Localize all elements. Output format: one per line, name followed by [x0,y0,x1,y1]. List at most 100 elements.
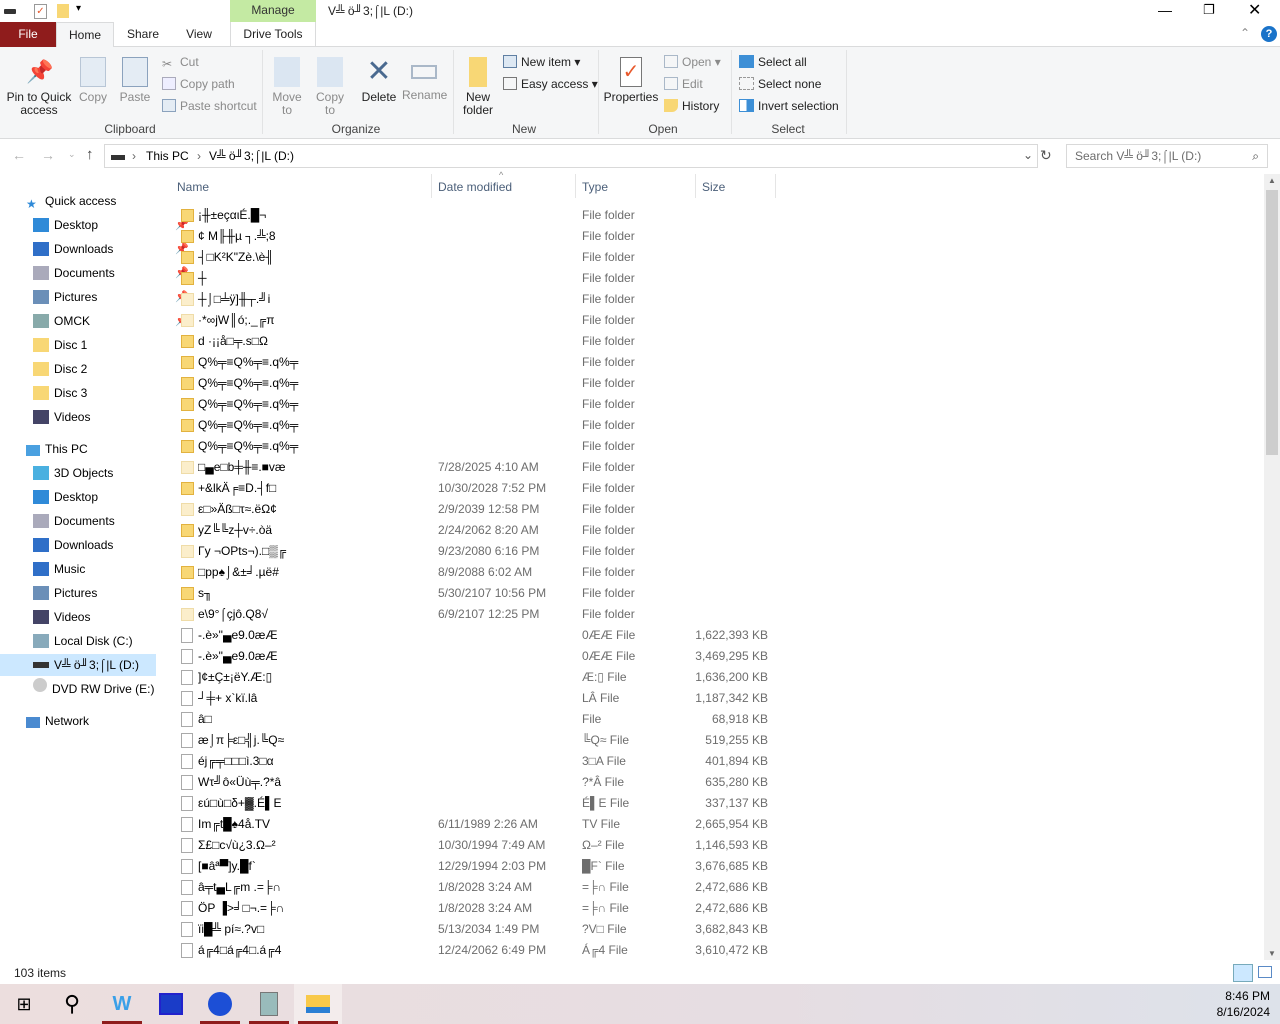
tab-home[interactable]: Home [56,22,114,48]
tab-file[interactable]: File [0,22,56,47]
edit-button[interactable]: Edit [664,74,703,94]
open-button[interactable]: Open ▾ [664,52,721,72]
column-header-type[interactable]: Type [582,180,608,200]
customize-toolbar-icon[interactable]: ▾ [76,3,81,14]
scroll-down-arrow[interactable]: ▼ [1268,949,1276,958]
scrollbar-thumb[interactable] [1266,190,1278,455]
file-row[interactable]: -.è»"▄e9.0æÆ 0ÆÆ File 3,469,295 KB [160,646,940,667]
tab-drive-tools[interactable]: Drive Tools [230,22,316,47]
nav-this-pc[interactable]: This PC [26,438,88,460]
nav-quick-item[interactable]: Desktop 📌 [33,214,189,236]
tab-share[interactable]: Share [118,22,168,47]
file-row[interactable]: □pp♠⌡&±╛.µë# 8/9/2088 6:02 AM File folde… [160,562,940,583]
file-row[interactable]: ·*∞jW║ó;._╔π File folder [160,310,940,331]
forward-button[interactable]: → [41,147,55,163]
delete-button[interactable]: ✕ Delete [359,51,399,104]
file-row[interactable]: ┘╪+ x`kï.lâ LÂ File 1,187,342 KB [160,688,940,709]
column-header-size[interactable]: Size [702,180,725,200]
file-row[interactable]: Σ£□c√ù¿3.Ω–² 10/30/1994 7:49 AM Ω–² File… [160,835,940,856]
file-row[interactable]: ¡╫±eçαιÉ.█¬ File folder [160,205,940,226]
taskbar-file-explorer[interactable] [294,984,342,1024]
file-row[interactable]: ┤□K²K"Zè.\è╢ File folder [160,247,940,268]
properties-quick-icon[interactable]: ✓ [34,4,47,19]
nav-quick-item[interactable]: OMCK📌 [33,310,189,332]
cut-button[interactable]: ✂ Cut [162,52,199,72]
copy-to-button[interactable]: Copy to [311,51,349,117]
file-row[interactable]: â╤t▄L╔m .=╞∩ 1/8/2028 3:24 AM =╞∩ File 2… [160,877,940,898]
search-taskbar-button[interactable]: ⚲ [48,984,96,1024]
copy-button[interactable]: Copy [76,51,110,104]
file-row[interactable]: +&lkÄ╒≡D.┤f□ 10/30/2028 7:52 PM File fol… [160,478,940,499]
nav-quick-item[interactable]: Disc 3 [33,382,158,404]
manage-context-tab[interactable]: Manage [230,0,316,22]
file-row[interactable]: ]¢±Ç±¡ëY.Æ:▯ Æ:▯ File 1,636,200 KB [160,667,940,688]
easy-access-button[interactable]: Easy access ▾ [503,74,598,94]
column-divider[interactable] [775,174,776,198]
pin-to-quick-access-button[interactable]: 📌 Pin to Quick access [4,51,74,117]
refresh-button[interactable]: ↻ [1040,147,1052,164]
file-row[interactable]: s╖ 5/30/2107 10:56 PM File folder [160,583,940,604]
nav-pc-item[interactable]: Music [33,558,85,580]
search-input[interactable]: Search V╩ ö╜3;⌠|L (D:) ⌕ [1066,144,1268,168]
help-icon[interactable]: ? [1261,26,1277,42]
file-row[interactable]: Q%╤≡Q%╤≡.q%╤ File folder [160,352,940,373]
select-all-button[interactable]: Select all [739,52,807,72]
file-row[interactable]: ÖP ▐>╛□¬.=╞∩ 1/8/2028 3:24 AM =╞∩ File 2… [160,898,940,919]
file-row[interactable]: Γy ¬OPts¬).□▒╔ 9/23/2080 6:16 PM File fo… [160,541,940,562]
file-row[interactable]: éj╔╤□□□ì.3□α 3□A File 401,894 KB [160,751,940,772]
taskbar-app-settings[interactable] [196,984,244,1024]
file-row[interactable]: ε□»Äß□τ≈.ëΩ¢ 2/9/2039 12:58 PM File fold… [160,499,940,520]
new-item-button[interactable]: New item ▾ [503,52,580,72]
taskbar-app-w[interactable]: W [98,984,146,1024]
nav-quick-item[interactable]: Pictures📌 [33,286,189,308]
column-header-name[interactable]: Name [177,180,209,200]
column-divider[interactable] [575,174,576,198]
file-row[interactable]: Wτ╝ô«Üù╤.?*â ?*Â File 635,280 KB [160,772,940,793]
file-row[interactable]: ïi█╩ pí≈.?v□ 5/13/2034 1:49 PM ?V□ File … [160,919,940,940]
column-divider[interactable] [695,174,696,198]
nav-quick-item[interactable]: Disc 1 [33,334,158,356]
file-row[interactable]: Q%╤≡Q%╤≡.q%╤ File folder [160,415,940,436]
file-row[interactable]: Q%╤≡Q%╤≡.q%╤ File folder [160,373,940,394]
nav-pc-item[interactable]: DVD RW Drive (E:) [33,678,154,700]
file-row[interactable]: yZ╚╚z┼v÷.òä 2/24/2062 8:20 AM File folde… [160,520,940,541]
nav-network[interactable]: Network [26,710,89,732]
file-row[interactable]: εú□ù□δ+▓.É▌E É▌E File 337,137 KB [160,793,940,814]
nav-pc-item[interactable]: 3D Objects [33,462,113,484]
restore-button[interactable]: ❐ [1203,2,1215,18]
history-button[interactable]: History [664,96,719,116]
file-row[interactable]: -.è»"▄e9.0æÆ 0ÆÆ File 1,622,393 KB [160,625,940,646]
file-row[interactable]: ┼ File folder [160,268,940,289]
nav-pc-item[interactable]: V╩ ö╜3;⌠|L (D:) [0,654,156,676]
file-row[interactable]: Q%╤≡Q%╤≡.q%╤ File folder [160,436,940,457]
file-row[interactable]: d ·¡¡å□╤.s□Ω File folder [160,331,940,352]
details-view-button[interactable] [1233,964,1253,982]
file-row[interactable]: ¢ M╟╫µ ┐.╩;8 File folder [160,226,940,247]
nav-quick-item[interactable]: Disc 2 [33,358,158,380]
rename-button[interactable]: Rename [402,51,447,102]
file-row[interactable]: ┼⌡□╧ÿ]╫┬.╝i File folder [160,289,940,310]
nav-quick-access[interactable]: ★ Quick access [26,190,116,212]
nav-pc-item[interactable]: Pictures [33,582,97,604]
minimize-button[interactable]: — [1158,2,1172,18]
address-bar[interactable]: › This PC › V╩ ö╜3;⌠|L (D:) ⌄ [104,144,1038,168]
nav-quick-item[interactable]: Documents📌 [33,262,189,284]
select-none-button[interactable]: Select none [739,74,821,94]
file-row[interactable]: æ⌡π╞ε□╣j.╚Q≈ ╚Q≈ File 519,255 KB [160,730,940,751]
start-button[interactable]: ⊞ [0,984,48,1024]
recent-locations-button[interactable]: ⌄ [68,149,76,160]
file-row[interactable]: Im╔t█♠4å.TV 6/11/1989 2:26 AM TV File 2,… [160,814,940,835]
taskbar-app-photo[interactable] [245,984,293,1024]
file-row[interactable]: Q%╤≡Q%╤≡.q%╤ File folder [160,394,940,415]
nav-quick-item[interactable]: Downloads 📌 [33,238,189,260]
column-divider[interactable] [431,174,432,198]
nav-pc-item[interactable]: Local Disk (C:) [33,630,133,652]
tab-view[interactable]: View [176,22,222,47]
invert-selection-button[interactable]: Invert selection [739,96,839,116]
paste-shortcut-button[interactable]: Paste shortcut [162,96,257,116]
new-folder-button[interactable]: New folder [458,51,498,117]
breadcrumb-this-pc[interactable]: This PC [146,149,189,163]
close-button[interactable]: ✕ [1248,0,1261,20]
nav-pc-item[interactable]: Videos [33,606,90,628]
file-row[interactable]: e\9°⌠çjô.Q8√ 6/9/2107 12:25 PM File fold… [160,604,940,625]
